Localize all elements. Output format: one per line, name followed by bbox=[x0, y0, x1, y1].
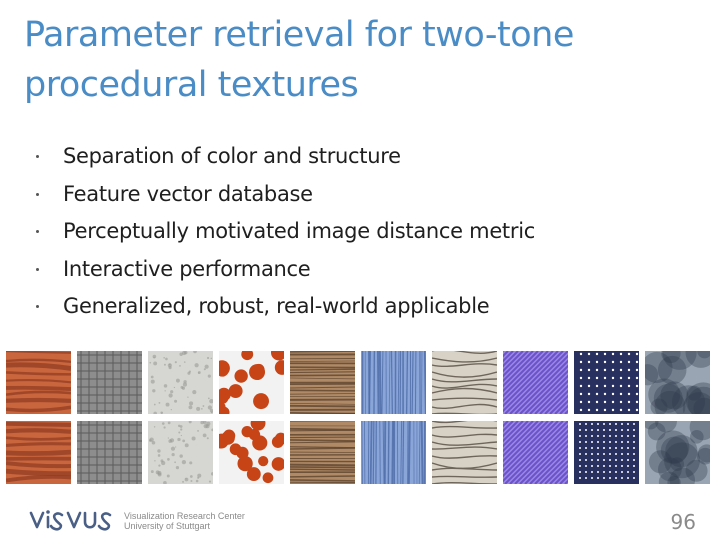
bullet-dot-icon bbox=[36, 230, 39, 233]
bullet-item: Interactive performance bbox=[36, 251, 535, 289]
texture-thumbnail-granite-result bbox=[148, 421, 213, 484]
institution-label: Visualization Research Center University… bbox=[124, 511, 245, 531]
page-number: 96 bbox=[670, 510, 696, 534]
bullet-dot-icon bbox=[36, 155, 39, 158]
slide-title: Parameter retrieval for two-tone procedu… bbox=[24, 15, 574, 105]
texture-image bbox=[6, 351, 71, 414]
texture-thumbnail-rust-result bbox=[6, 421, 71, 484]
texture-thumbnail-rust-input bbox=[6, 351, 71, 414]
texture-thumbnail-metal-grid-input bbox=[77, 351, 142, 414]
texture-image bbox=[77, 421, 142, 484]
texture-image bbox=[219, 351, 284, 414]
bullet-list: Separation of color and structure Featur… bbox=[36, 138, 535, 326]
texture-thumbnail-granite-input bbox=[148, 351, 213, 414]
texture-thumbnail-polka-dots-input bbox=[574, 351, 639, 414]
texture-image bbox=[574, 351, 639, 414]
texture-image bbox=[574, 421, 639, 484]
texture-image bbox=[361, 421, 426, 484]
texture-image bbox=[432, 421, 497, 484]
texture-thumbnail-clouds-input bbox=[645, 351, 710, 414]
texture-thumbnail-polka-dots-result bbox=[574, 421, 639, 484]
texture-thumbnail-wood-input bbox=[290, 351, 355, 414]
bullet-text: Perceptually motivated image distance me… bbox=[63, 219, 535, 243]
bullet-item: Perceptually motivated image distance me… bbox=[36, 213, 535, 251]
texture-image bbox=[148, 351, 213, 414]
texture-image bbox=[290, 351, 355, 414]
bullet-item: Generalized, robust, real-world applicab… bbox=[36, 288, 535, 326]
bullet-text: Feature vector database bbox=[63, 181, 313, 206]
texture-image bbox=[77, 351, 142, 414]
texture-thumbnail-wood-result bbox=[290, 421, 355, 484]
bullet-text: Generalized, robust, real-world applicab… bbox=[63, 294, 490, 318]
institution-line2: University of Stuttgart bbox=[124, 521, 211, 531]
texture-thumbnail-metal-grid-result bbox=[77, 421, 142, 484]
texture-image bbox=[290, 421, 355, 484]
bullet-item: Feature vector database bbox=[36, 176, 535, 214]
bullet-dot-icon bbox=[36, 192, 39, 196]
bullet-item: Separation of color and structure bbox=[36, 138, 535, 176]
texture-grid bbox=[6, 351, 716, 484]
texture-image bbox=[432, 351, 497, 414]
texture-image bbox=[361, 351, 426, 414]
texture-image bbox=[645, 351, 710, 414]
texture-image bbox=[6, 421, 71, 484]
texture-thumbnail-purple-stripes-input bbox=[503, 351, 568, 414]
texture-thumbnail-red-dots-result bbox=[219, 421, 284, 484]
texture-thumbnail-grain-result bbox=[432, 421, 497, 484]
texture-image bbox=[645, 421, 710, 484]
bullet-text: Interactive performance bbox=[63, 256, 311, 281]
bullet-dot-icon bbox=[36, 305, 39, 308]
institution-line1: Visualization Research Center bbox=[124, 511, 245, 521]
texture-thumbnail-purple-stripes-result bbox=[503, 421, 568, 484]
texture-thumbnail-grain-input bbox=[432, 351, 497, 414]
texture-thumbnail-red-dots-input bbox=[219, 351, 284, 414]
texture-image bbox=[148, 421, 213, 484]
texture-image bbox=[219, 421, 284, 484]
bullet-text: Separation of color and structure bbox=[63, 144, 401, 168]
texture-thumbnail-blue-wood-result bbox=[361, 421, 426, 484]
texture-image bbox=[503, 421, 568, 484]
texture-thumbnail-clouds-result bbox=[645, 421, 710, 484]
texture-thumbnail-blue-wood-input bbox=[361, 351, 426, 414]
bullet-dot-icon bbox=[36, 267, 39, 271]
visus-logo-icon bbox=[29, 510, 112, 531]
texture-image bbox=[503, 351, 568, 414]
